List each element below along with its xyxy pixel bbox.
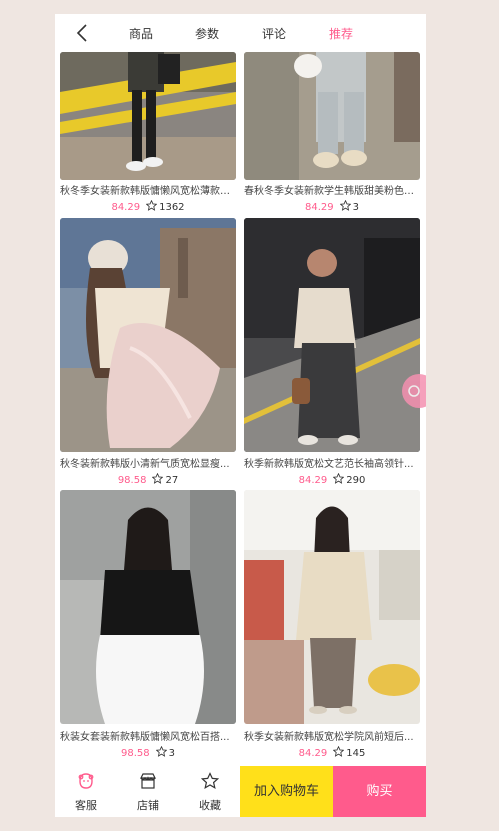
- product-meta: 84.29 3: [244, 200, 420, 214]
- product-meta: 84.29 145: [244, 746, 420, 760]
- product-image[interactable]: [244, 218, 420, 452]
- tab-recommend[interactable]: 推荐: [329, 25, 353, 42]
- product-card[interactable]: 秋冬装新款韩版小清新气质宽松显瘦... 98.58 27: [60, 218, 236, 488]
- favorite-count: 3: [352, 202, 359, 213]
- favorite-count: 290: [346, 475, 366, 486]
- product-title[interactable]: 秋季女装新款韩版宽松学院风前短后...: [244, 731, 422, 744]
- product-meta: 98.58 3: [60, 746, 236, 760]
- product-image[interactable]: [60, 218, 236, 452]
- product-title[interactable]: 秋装女套装新款韩版慵懒风宽松百搭...: [60, 731, 238, 744]
- favorite-button[interactable]: 收藏: [179, 766, 241, 817]
- product-image[interactable]: [244, 490, 420, 724]
- product-title[interactable]: 秋冬季女装新款韩版慵懒风宽松薄款长...: [60, 185, 238, 198]
- product-card[interactable]: 秋装女套装新款韩版慵懒风宽松百搭... 98.58 3: [60, 490, 236, 760]
- product-meta: 98.58 27: [60, 473, 236, 487]
- tab-comments[interactable]: 评论: [262, 25, 286, 42]
- phone-frame: 商品 参数 评论 推荐 秋冬季女装新款韩版慵懒风宽松薄款长... 84.29 1…: [55, 14, 426, 817]
- product-price: 84.29: [298, 475, 328, 486]
- product-grid: 秋冬季女装新款韩版慵懒风宽松薄款长... 84.29 1362 春秋冬季女装新款…: [55, 52, 426, 774]
- product-image[interactable]: [244, 52, 420, 180]
- product-meta: 84.29 1362: [60, 200, 236, 214]
- star-icon: [152, 473, 164, 484]
- product-price: 98.58: [117, 475, 147, 486]
- product-price: 84.29: [298, 748, 328, 759]
- star-icon: [339, 200, 351, 211]
- product-image[interactable]: [60, 490, 236, 724]
- product-price: 98.58: [120, 748, 150, 759]
- top-nav: 商品 参数 评论 推荐: [55, 14, 426, 52]
- product-title[interactable]: 秋季新款韩版宽松文艺范长袖高领针...: [244, 458, 422, 471]
- star-icon: [146, 200, 158, 211]
- customer-service-icon: [78, 773, 94, 789]
- customer-service-label: 客服: [75, 799, 97, 812]
- favorite-count: 27: [165, 475, 179, 486]
- buy-button[interactable]: 购买: [333, 766, 426, 817]
- product-card[interactable]: 秋冬季女装新款韩版慵懒风宽松薄款长... 84.29 1362: [60, 52, 238, 214]
- product-price: 84.29: [111, 202, 141, 213]
- star-icon: [333, 473, 345, 484]
- add-to-cart-button[interactable]: 加入购物车: [240, 766, 333, 817]
- shop-button[interactable]: 店铺: [117, 766, 179, 817]
- product-image[interactable]: [60, 52, 236, 180]
- favorite-count: 3: [168, 748, 175, 759]
- star-icon: [333, 746, 345, 757]
- tab-params[interactable]: 参数: [195, 25, 219, 42]
- shop-icon: [140, 773, 156, 789]
- star-icon: [155, 746, 167, 757]
- floating-action-button[interactable]: [402, 374, 426, 408]
- favorite-count: 145: [346, 748, 366, 759]
- favorite-label: 收藏: [199, 799, 221, 812]
- product-card[interactable]: 秋季新款韩版宽松文艺范长袖高领针... 84.29 290: [244, 218, 420, 488]
- product-card[interactable]: 秋季女装新款韩版宽松学院风前短后... 84.29 145: [244, 490, 420, 760]
- product-card[interactable]: 春秋冬季女装新款学生韩版甜美粉色针... 84.29 3: [244, 52, 422, 214]
- product-price: 84.29: [304, 202, 334, 213]
- favorite-count: 1362: [159, 202, 185, 213]
- customer-service-button[interactable]: 客服: [55, 766, 117, 817]
- bottom-action-bar: 客服 店铺 收藏 加入购物车 购买: [55, 766, 426, 817]
- shop-label: 店铺: [137, 799, 159, 812]
- product-title[interactable]: 秋冬装新款韩版小清新气质宽松显瘦...: [60, 458, 238, 471]
- back-arrow-icon[interactable]: [73, 23, 93, 43]
- product-meta: 84.29 290: [244, 473, 420, 487]
- product-title[interactable]: 春秋冬季女装新款学生韩版甜美粉色针...: [244, 185, 422, 198]
- star-icon: [201, 772, 219, 790]
- floating-icon: [408, 385, 420, 397]
- tab-goods[interactable]: 商品: [129, 25, 153, 42]
